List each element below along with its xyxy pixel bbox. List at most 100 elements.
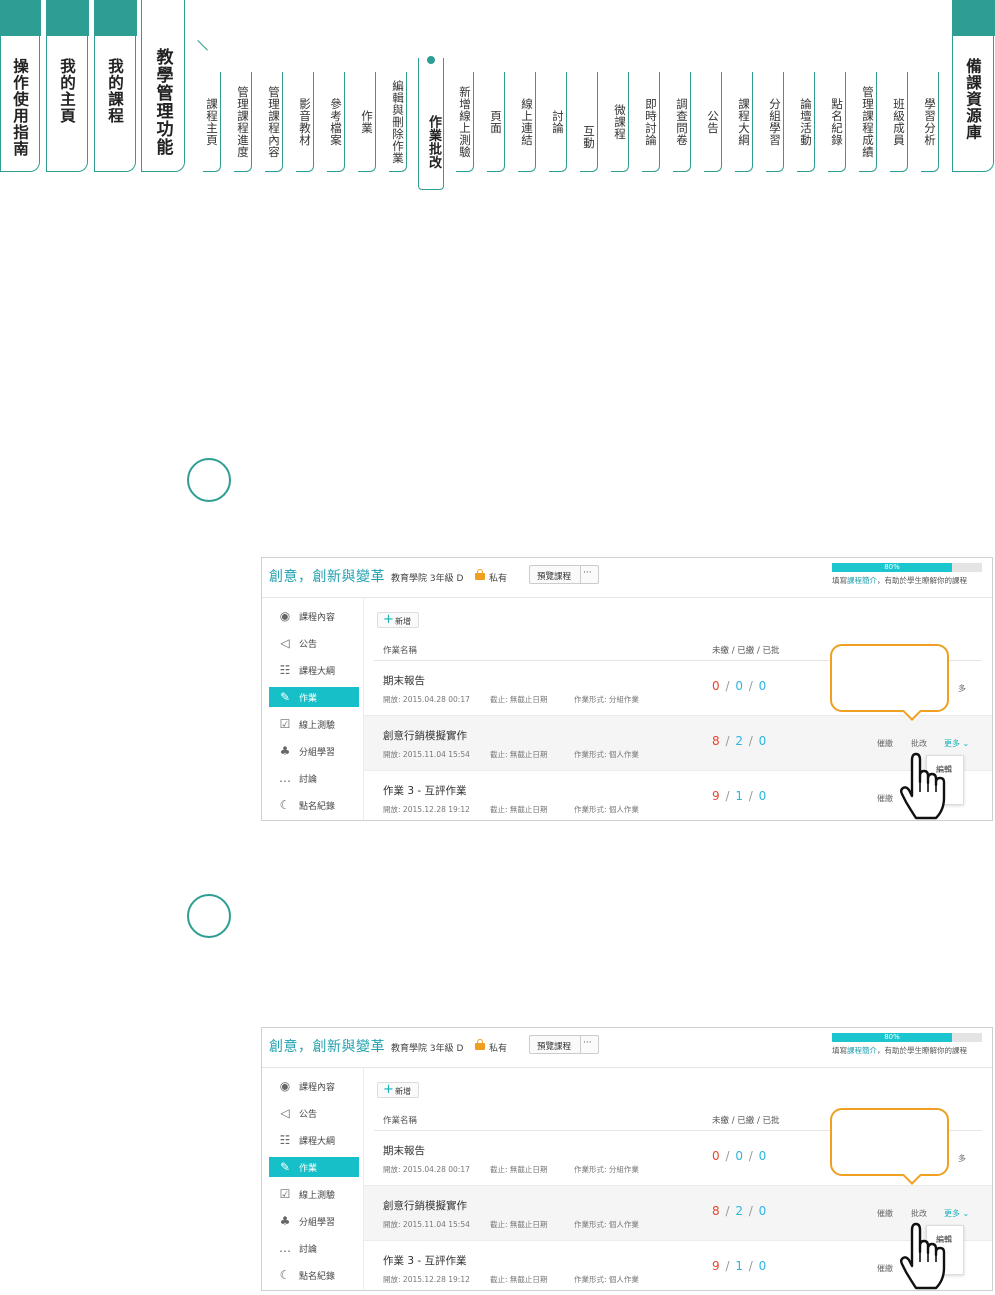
tab-my-courses[interactable]: 我的課程 xyxy=(93,0,137,172)
subtab-course-content[interactable]: 管理課程內容 xyxy=(265,72,283,172)
course-content-icon: ◉ xyxy=(279,609,291,623)
sidebar-item-group[interactable]: ♣ 分組學習 xyxy=(269,1211,359,1231)
grade-button[interactable]: 批改 xyxy=(911,1208,927,1219)
remind-button[interactable]: 催繳 xyxy=(877,793,893,804)
homework-name[interactable]: 期末報告 xyxy=(383,673,425,688)
sidebar-item-attendance[interactable]: ☾ 點名紀錄 xyxy=(269,1265,359,1285)
sidebar-item-attendance[interactable]: ☾ 點名紀錄 xyxy=(269,795,359,815)
sidebar-item-quiz[interactable]: ☑ 線上測驗 xyxy=(269,714,359,734)
subtab-course-progress[interactable]: 管理課程進度 xyxy=(234,72,252,172)
sidebar-item-quiz[interactable]: ☑ 線上測驗 xyxy=(269,1184,359,1204)
submission-counts: 8 / 2 / 0 xyxy=(712,734,768,748)
sidebar-item-content[interactable]: ◉ 課程內容 xyxy=(269,606,359,626)
add-homework-button[interactable]: + 新增 xyxy=(377,612,419,628)
due-date: 截止: 無截止日期 xyxy=(490,750,548,759)
homework-name[interactable]: 創意行銷模擬實作 xyxy=(383,1198,467,1213)
subtab-discussion[interactable]: 討論 xyxy=(549,72,567,172)
more-menu-button[interactable]: 更多 ⌄ xyxy=(944,1208,969,1219)
button-divider xyxy=(580,1036,581,1053)
add-homework-button[interactable]: + 新增 xyxy=(377,1082,419,1098)
more-options-icon[interactable]: ··· xyxy=(583,568,592,578)
due-date: 截止: 無截止日期 xyxy=(490,1165,548,1174)
more-menu-button[interactable]: 更多 ⌄ xyxy=(944,738,969,749)
course-content-icon: ◉ xyxy=(279,1079,291,1093)
homework-name[interactable]: 作業 3 - 互評作業 xyxy=(383,1253,466,1268)
subtab-interaction[interactable]: 互動 xyxy=(580,72,598,172)
subtab-micro-course[interactable]: 微課程 xyxy=(611,72,629,172)
open-date: 開放: 2015.11.04 15:54 xyxy=(383,1220,470,1229)
lock-icon xyxy=(475,1039,485,1050)
tab-teaching-management[interactable]: 教學管理功能 xyxy=(141,0,185,172)
column-header-name: 作業名稱 xyxy=(383,646,418,656)
subtab-new-quiz[interactable]: 新增線上測驗 xyxy=(456,72,474,172)
grade-button[interactable]: 批改 xyxy=(911,738,927,749)
megaphone-icon: ◁ xyxy=(280,1106,290,1120)
subtab-syllabus[interactable]: 課程大綱 xyxy=(735,72,753,172)
course-college: 教育學院 3年級 D xyxy=(391,1044,464,1054)
sidebar-item-announcement[interactable]: ◁ 公告 xyxy=(269,1103,359,1123)
homework-name[interactable]: 作業 3 - 互評作業 xyxy=(383,783,466,798)
step-2-marker xyxy=(187,894,231,938)
sidebar-item-announcement[interactable]: ◁ 公告 xyxy=(269,633,359,653)
sidebar-item-homework[interactable]: ✎ 作業 xyxy=(269,687,359,707)
attendance-icon: ☾ xyxy=(279,1268,291,1282)
subtab-online-link[interactable]: 線上連結 xyxy=(518,72,536,172)
course-title: 創意，創新與變革 xyxy=(269,569,385,585)
more-partial-label[interactable]: 多 xyxy=(958,683,966,694)
sidebar-item-discussion[interactable]: … 討論 xyxy=(269,768,359,788)
quiz-icon: ☑ xyxy=(279,1187,291,1201)
subtab-learning-analytics[interactable]: 學習分析 xyxy=(921,72,939,172)
homework-name[interactable]: 期末報告 xyxy=(383,1143,425,1158)
subtab-edit-delete-homework[interactable]: 編輯與刪除作業 xyxy=(389,72,407,172)
subtab-survey[interactable]: 調查問卷 xyxy=(673,72,691,172)
homework-name[interactable]: 創意行銷模擬實作 xyxy=(383,728,467,743)
remind-button[interactable]: 催繳 xyxy=(877,1263,893,1274)
subtab-announcement[interactable]: 公告 xyxy=(704,72,722,172)
course-progress-bar: 80% xyxy=(832,1033,982,1042)
due-date: 截止: 無截止日期 xyxy=(490,1220,548,1229)
open-date: 開放: 2015.12.28 19:12 xyxy=(383,805,470,814)
subtab-live-discussion[interactable]: 即時討論 xyxy=(642,72,660,172)
subtab-page[interactable]: 頁面 xyxy=(487,72,505,172)
submission-counts: 9 / 1 / 0 xyxy=(712,1259,768,1273)
subtab-course-home[interactable]: 課程主頁 xyxy=(203,72,221,172)
subtab-homework[interactable]: 作業 xyxy=(358,72,376,172)
group-icon: ♣ xyxy=(279,1214,291,1228)
sidebar-item-syllabus[interactable]: ☷ 課程大綱 xyxy=(269,660,359,680)
sidebar-item-syllabus[interactable]: ☷ 課程大綱 xyxy=(269,1130,359,1150)
more-partial-label[interactable]: 多 xyxy=(958,1153,966,1164)
callout-bubble xyxy=(830,1108,949,1176)
subtab-class-members[interactable]: 班級成員 xyxy=(890,72,908,172)
remind-button[interactable]: 催繳 xyxy=(877,738,893,749)
tab-guide[interactable]: 操作使用指南 xyxy=(0,0,41,172)
column-header-counts: 未繳 / 已繳 / 已批 xyxy=(712,646,780,656)
subtab-attendance[interactable]: 點名紀錄 xyxy=(828,72,846,172)
tab-my-home[interactable]: 我的主頁 xyxy=(45,0,89,172)
homework-type: 作業形式: 個人作業 xyxy=(574,1275,639,1284)
intro-link[interactable]: 課程簡介 xyxy=(847,576,877,585)
preview-course-button[interactable]: 預覽課程 ··· xyxy=(529,565,599,584)
sidebar-item-discussion[interactable]: … 討論 xyxy=(269,1238,359,1258)
submission-counts: 9 / 1 / 0 xyxy=(712,789,768,803)
subtab-homework-grading[interactable]: 作業批改 xyxy=(418,58,444,190)
course-header: 創意，創新與變革 教育學院 3年級 D 私有 預覽課程 ··· 80% 填寫課程… xyxy=(262,558,992,598)
preview-course-button[interactable]: 預覽課程 ··· xyxy=(529,1035,599,1054)
sidebar-item-homework[interactable]: ✎ 作業 xyxy=(269,1157,359,1177)
intro-link[interactable]: 課程簡介 xyxy=(847,1046,877,1055)
remind-button[interactable]: 催繳 xyxy=(877,1208,893,1219)
homework-type: 作業形式: 個人作業 xyxy=(574,805,639,814)
subtab-media[interactable]: 影音教材 xyxy=(296,72,314,172)
sidebar-item-content[interactable]: ◉ 課程內容 xyxy=(269,1076,359,1096)
open-date: 開放: 2015.12.28 19:12 xyxy=(383,1275,470,1284)
sidebar-item-group[interactable]: ♣ 分組學習 xyxy=(269,741,359,761)
lock-icon xyxy=(475,569,485,580)
privacy-label: 私有 xyxy=(489,1044,508,1054)
course-progress-bar: 80% xyxy=(832,563,982,572)
subtab-group-learning[interactable]: 分組學習 xyxy=(766,72,784,172)
subtab-grades[interactable]: 管理課程成績 xyxy=(859,72,877,172)
subtab-forum[interactable]: 論壇活動 xyxy=(797,72,815,172)
tab-resource-library[interactable]: 備課資源庫 xyxy=(951,0,995,172)
more-options-icon[interactable]: ··· xyxy=(583,1038,592,1048)
megaphone-icon: ◁ xyxy=(280,636,290,650)
subtab-reference-files[interactable]: 參考檔案 xyxy=(327,72,345,172)
